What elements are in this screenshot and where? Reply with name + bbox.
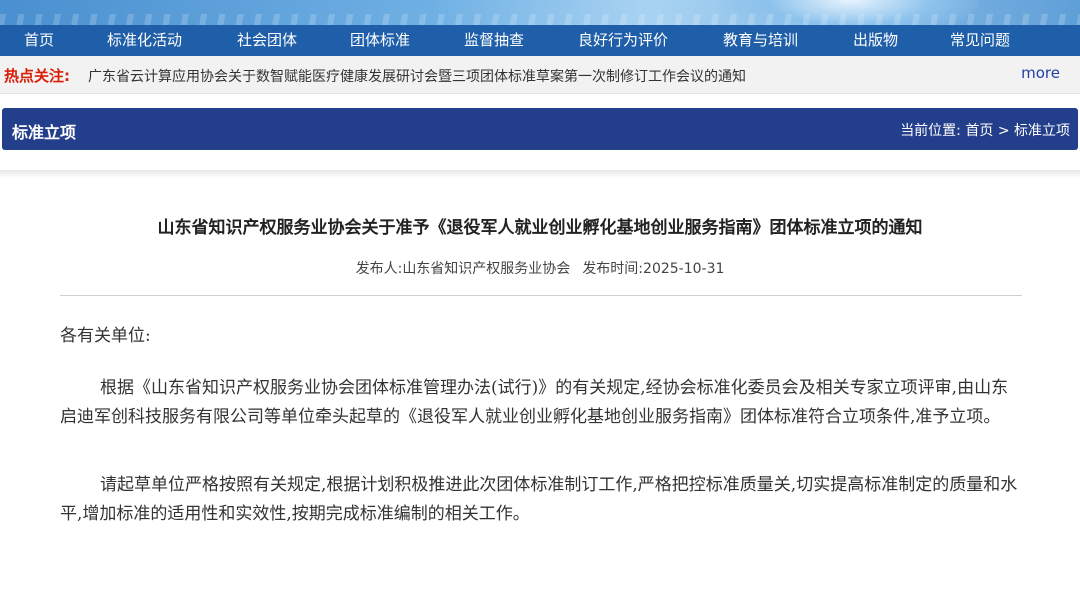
nav-item-home[interactable]: 首页	[24, 25, 54, 56]
title-divider	[60, 295, 1022, 296]
hot-topics-bar: 热点关注: 广东省云计算应用协会关于数智赋能医疗健康发展研讨会暨三项团体标准草案…	[0, 56, 1080, 94]
nav-item-group-standards[interactable]: 团体标准	[350, 25, 410, 56]
paragraph-2: 请起草单位严格按照有关规定,根据计划积极推进此次团体标准制订工作,严格把控标准质…	[60, 475, 1018, 524]
salutation: 各有关单位:	[60, 326, 151, 346]
article-title: 山东省知识产权服务业协会关于准予《退役军人就业创业孵化基地创业服务指南》团体标准…	[157, 218, 923, 238]
breadcrumb-prefix: 当前位置:	[900, 123, 961, 139]
header-banner	[0, 0, 1080, 25]
breadcrumb: 当前位置: 首页 > 标准立项	[900, 120, 1070, 140]
section-title: 标准立项	[12, 123, 77, 142]
paragraph-1: 根据《山东省知识产权服务业协会团体标准管理办法(试行)》的有关规定,经协会标准化…	[60, 378, 1009, 427]
publish-date: 2025-10-31	[643, 261, 725, 277]
publisher-name: 山东省知识产权服务业协会	[402, 261, 571, 277]
date-label: 发布时间:	[582, 261, 644, 277]
nav-item-standardization-activities[interactable]: 标准化活动	[107, 25, 182, 56]
breadcrumb-home[interactable]: 首页	[965, 123, 993, 139]
nav-item-good-conduct[interactable]: 良好行为评价	[578, 25, 668, 56]
breadcrumb-current[interactable]: 标准立项	[1014, 123, 1070, 139]
content-top-shadow	[0, 170, 1080, 178]
article-meta: 发布人:山东省知识产权服务业协会 发布时间:2025-10-31	[0, 258, 1080, 278]
nav-item-faq[interactable]: 常见问题	[950, 25, 1010, 56]
nav-item-publications[interactable]: 出版物	[853, 25, 898, 56]
hot-topic-link[interactable]: 广东省云计算应用协会关于数智赋能医疗健康发展研讨会暨三项团体标准草案第一次制修订…	[88, 66, 746, 86]
banner-decoration	[0, 14, 1080, 25]
nav-item-social-groups[interactable]: 社会团体	[237, 25, 297, 56]
section-header: 标准立项 当前位置: 首页 > 标准立项	[2, 108, 1078, 150]
main-nav: 首页 标准化活动 社会团体 团体标准 监督抽查 良好行为评价 教育与培训 出版物…	[0, 25, 1080, 56]
nav-item-education[interactable]: 教育与培训	[723, 25, 798, 56]
more-link[interactable]: more	[1021, 64, 1060, 82]
breadcrumb-separator: >	[997, 123, 1010, 139]
nav-item-supervision[interactable]: 监督抽查	[464, 25, 524, 56]
publisher-label: 发布人:	[355, 261, 403, 277]
hot-topics-label: 热点关注:	[4, 67, 70, 85]
